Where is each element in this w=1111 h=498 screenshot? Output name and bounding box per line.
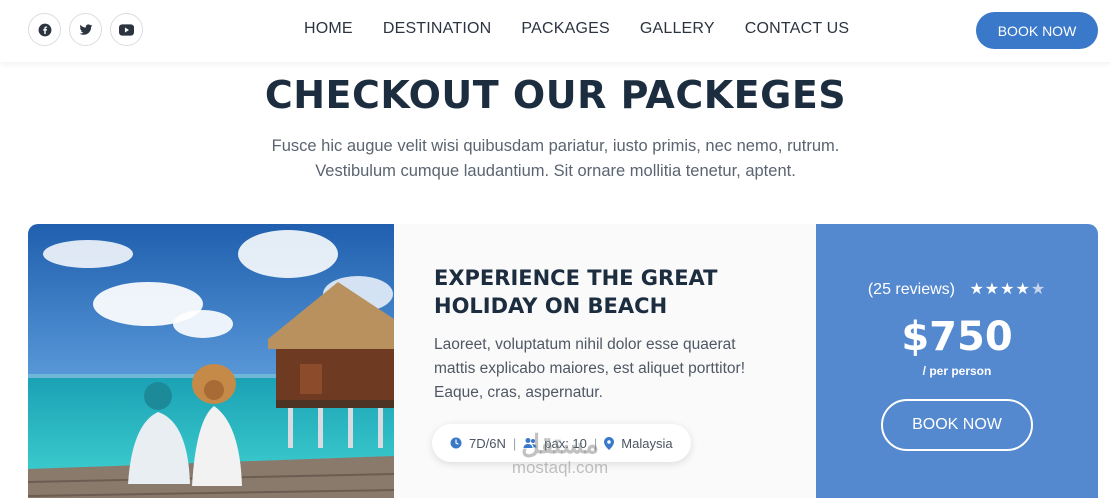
beach-couple-image xyxy=(28,224,394,498)
package-description: Laoreet, voluptatum nihil dolor esse qua… xyxy=(434,336,745,401)
price-unit: / per person xyxy=(922,364,992,378)
watermark: مستقل mostaql.com xyxy=(490,430,630,478)
nav-gallery[interactable]: GALLERY xyxy=(640,20,715,38)
site-header: HOME DESTINATION PACKAGES GALLERY CONTAC… xyxy=(0,0,1111,62)
watermark-latin: mostaql.com xyxy=(511,458,609,477)
youtube-icon xyxy=(119,23,134,36)
star-icon: ★ xyxy=(984,281,1001,298)
package-price: $750 xyxy=(901,314,1013,360)
star-rating: ★★★★★ xyxy=(969,281,1046,298)
reviews-count: (25 reviews) xyxy=(867,281,955,298)
nav-destination[interactable]: DESTINATION xyxy=(383,20,492,38)
twitter-icon xyxy=(79,23,92,35)
package-book-now-button[interactable]: BOOK NOW xyxy=(881,399,1033,451)
nav-home[interactable]: HOME xyxy=(304,20,353,38)
star-empty-icon: ★ xyxy=(1030,281,1047,298)
section-subtitle: Fusce hic augue velit wisi quibusdam par… xyxy=(271,137,840,180)
star-icon: ★ xyxy=(969,281,985,298)
star-icon: ★ xyxy=(1000,281,1016,298)
youtube-link[interactable] xyxy=(110,13,143,46)
facebook-link[interactable] xyxy=(28,13,61,46)
star-icon: ★ xyxy=(1015,281,1031,298)
twitter-link[interactable] xyxy=(69,13,102,46)
nav-packages[interactable]: PACKAGES xyxy=(521,20,609,38)
main-nav: HOME DESTINATION PACKAGES GALLERY CONTAC… xyxy=(304,20,849,38)
clock-icon xyxy=(450,437,462,449)
header-book-now-button[interactable]: BOOK NOW xyxy=(976,12,1098,49)
package-photo xyxy=(28,224,394,498)
price-panel: (25 reviews) ★★★★★ $750 / per person BOO… xyxy=(816,224,1098,498)
package-title: EXPERIENCE THE GREAT HOLIDAY ON BEACH xyxy=(434,266,718,318)
watermark-arabic: مستقل xyxy=(521,429,599,459)
section-title: CHECKOUT OUR PACKEGES xyxy=(264,73,847,117)
facebook-icon xyxy=(38,23,51,36)
nav-contact-us[interactable]: CONTACT US xyxy=(745,20,850,38)
reviews-row: (25 reviews) ★★★★★ xyxy=(816,279,1098,299)
social-links xyxy=(28,13,143,46)
